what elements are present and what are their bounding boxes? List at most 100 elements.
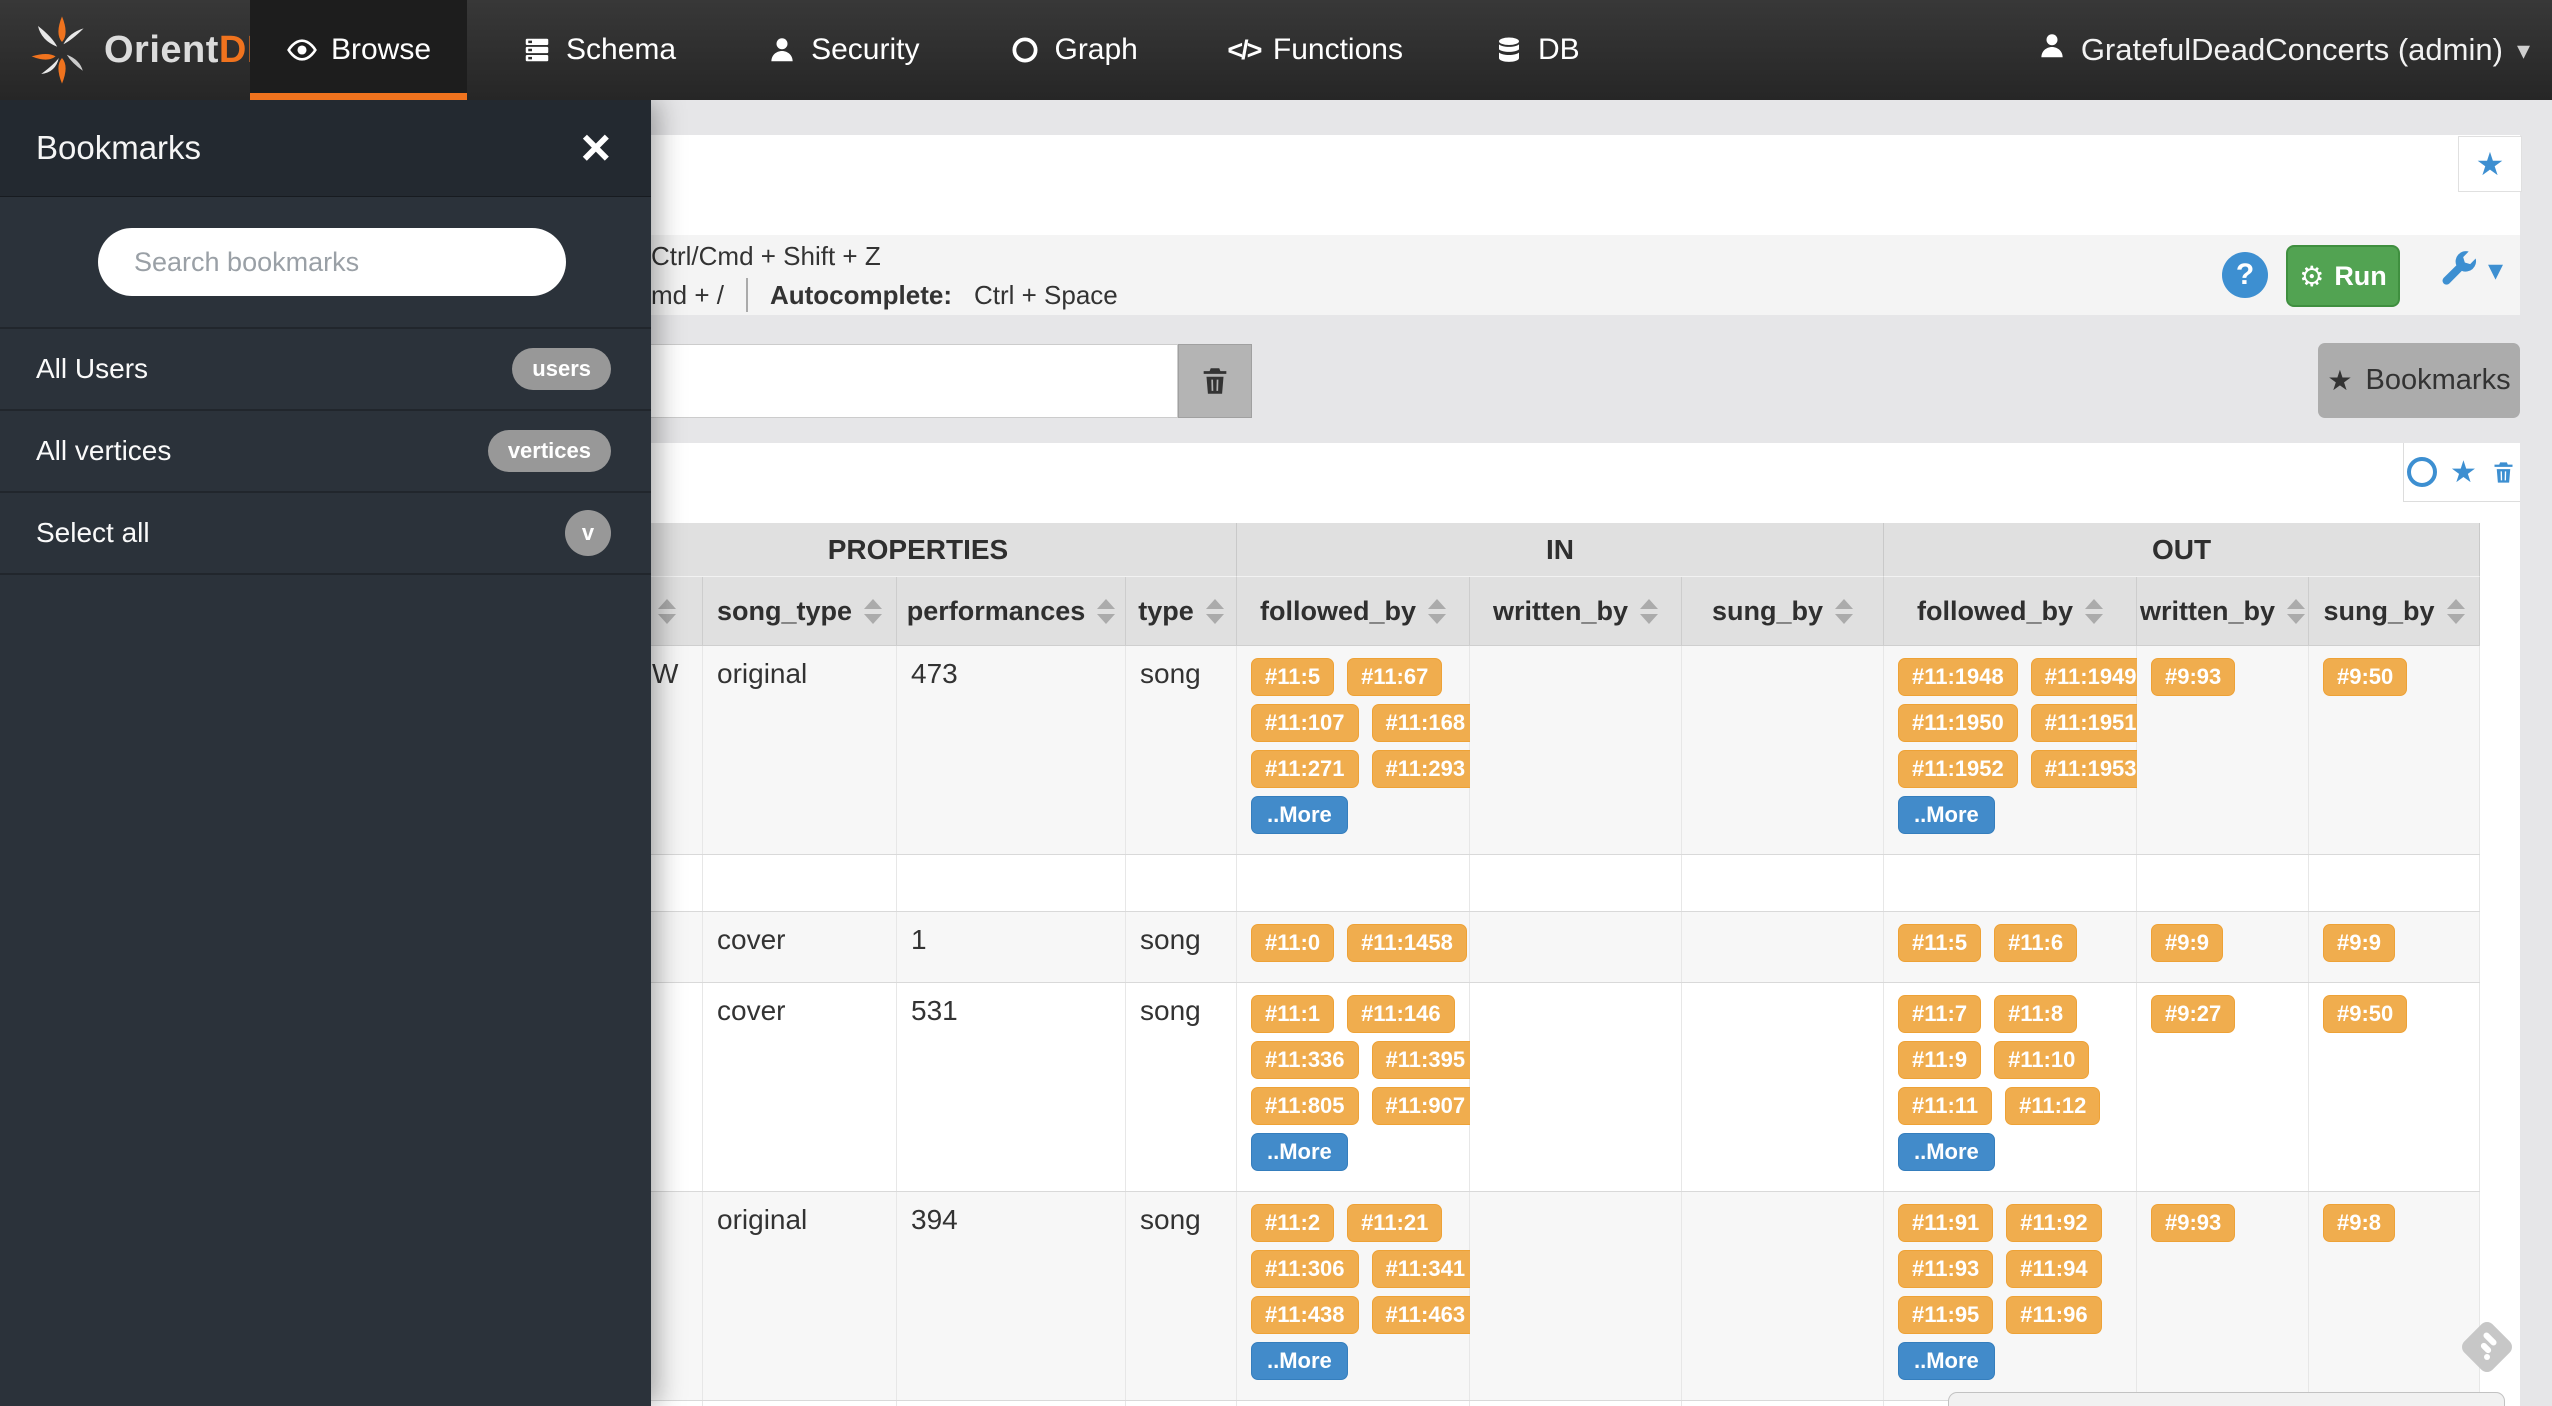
record-id-badge[interactable]: #11:1 [1251, 995, 1334, 1033]
record-id-badge[interactable]: #11:91 [1898, 1204, 1993, 1242]
bookmark-item-badge: vertices [488, 430, 611, 472]
record-id-badge[interactable]: #11:306 [1251, 1250, 1359, 1288]
record-id-badge[interactable]: #9:9 [2323, 924, 2395, 962]
horizontal-scrollbar[interactable] [1948, 1392, 2505, 1406]
more-button[interactable]: ..More [1898, 796, 1995, 834]
wrench-icon[interactable] [2438, 250, 2478, 290]
close-icon[interactable]: × [581, 122, 611, 174]
table-cell [1470, 646, 1682, 854]
more-button[interactable]: ..More [1898, 1133, 1995, 1171]
star-icon: ★ [2327, 364, 2352, 397]
bookmark-item[interactable]: All verticesvertices [0, 411, 651, 493]
more-button[interactable]: ..More [1251, 796, 1348, 834]
bookmarks-search-input[interactable] [98, 228, 566, 296]
tab-schema[interactable]: Schema [485, 0, 712, 100]
table-cell [1126, 855, 1237, 911]
bookmark-item[interactable]: Select allv [0, 493, 651, 575]
record-id-badge[interactable]: #11:5 [1251, 658, 1334, 696]
tab-security[interactable]: Security [730, 0, 955, 100]
column-header-song_type[interactable]: song_type [703, 577, 897, 646]
column-header-followed_by[interactable]: followed_by [1237, 577, 1470, 646]
record-id-badge[interactable]: #11:271 [1251, 750, 1359, 788]
record-id-badge[interactable]: #11:9 [1898, 1041, 1981, 1079]
record-id-badge[interactable]: #11:1953 [2031, 750, 2151, 788]
record-id-badge[interactable]: #11:438 [1251, 1296, 1359, 1334]
record-id-badge[interactable]: #11:0 [1251, 924, 1334, 962]
bookmarks-toggle-button[interactable]: ★ Bookmarks [2318, 343, 2520, 418]
record-id-badge[interactable]: #11:10 [1994, 1041, 2089, 1079]
record-id-badge[interactable]: #11:93 [1898, 1250, 1993, 1288]
record-id-badge[interactable]: #11:1950 [1898, 704, 2018, 742]
record-id-badge[interactable]: #11:2 [1251, 1204, 1334, 1242]
record-id-badge[interactable]: #11:7 [1898, 995, 1981, 1033]
tab-functions[interactable]: </>Functions [1192, 0, 1439, 100]
table-cell: #11:0 #11:1458 [1237, 912, 1470, 982]
table-cell: #9:8 [2309, 1192, 2480, 1400]
chevron-down-icon: ▾ [2517, 35, 2530, 66]
sort-icon [864, 599, 882, 624]
record-id-badge[interactable]: #11:1951 [2031, 704, 2151, 742]
record-id-badge[interactable]: #11:21 [1347, 1204, 1442, 1242]
feedback-widget-icon[interactable] [2456, 1316, 2518, 1378]
trash-icon[interactable] [2490, 459, 2517, 486]
table-row [600, 855, 2480, 912]
circle-icon[interactable] [2407, 457, 2437, 487]
more-button[interactable]: ..More [1251, 1342, 1348, 1380]
record-id-badge[interactable]: #11:92 [2006, 1204, 2101, 1242]
record-id-badge[interactable]: #11:67 [1347, 658, 1442, 696]
record-id-badge[interactable]: #11:146 [1347, 995, 1455, 1033]
record-id-badge[interactable]: #9:50 [2323, 658, 2407, 696]
record-id-badge[interactable]: #11:95 [1898, 1296, 1993, 1334]
column-header-sung_by[interactable]: sung_by [1682, 577, 1884, 646]
record-id-badge[interactable]: #11:336 [1251, 1041, 1359, 1079]
column-header-written_by[interactable]: written_by [2137, 577, 2309, 646]
more-button[interactable]: ..More [1898, 1342, 1995, 1380]
record-id-badge[interactable]: #11:805 [1251, 1087, 1359, 1125]
top-nav: OrientDB® BrowseSchemaSecurityGraph</>Fu… [0, 0, 2552, 100]
record-id-badge[interactable]: #11:395 [1372, 1041, 1480, 1079]
record-id-badge[interactable]: #9:27 [2151, 995, 2235, 1033]
record-id-badge[interactable]: #11:5 [1898, 924, 1981, 962]
record-id-badge[interactable]: #11:1949 [2031, 658, 2151, 696]
table-row: original394song#11:2#11:21#11:306#11:341… [600, 1192, 2480, 1401]
record-id-badge[interactable]: #11:463 [1372, 1296, 1480, 1334]
record-id-badge[interactable]: #9:8 [2323, 1204, 2395, 1242]
record-id-badge[interactable]: #11:94 [2006, 1250, 2101, 1288]
record-id-badge[interactable]: #11:1948 [1898, 658, 2018, 696]
record-id-badge[interactable]: #11:11 [1898, 1087, 1992, 1125]
star-icon[interactable]: ★ [2450, 455, 2477, 490]
chevron-down-icon[interactable]: ▾ [2488, 253, 2503, 288]
cell-performances: 531 [911, 995, 958, 1026]
help-button[interactable]: ? [2222, 252, 2268, 298]
bookmark-item[interactable]: All Usersusers [0, 329, 651, 411]
record-id-badge[interactable]: #11:168 [1372, 704, 1480, 742]
record-id-badge[interactable]: #11:341 [1372, 1250, 1480, 1288]
user-menu[interactable]: GratefulDeadConcerts (admin) ▾ [2037, 0, 2530, 100]
record-id-badge[interactable]: #11:96 [2006, 1296, 2101, 1334]
column-header-performances[interactable]: performances [897, 577, 1126, 646]
record-id-badge[interactable]: #9:93 [2151, 1204, 2235, 1242]
table-cell: #11:3#11:23#11:343#11:373#11:507#11:798.… [1237, 1401, 1470, 1406]
record-id-badge[interactable]: #11:293 [1372, 750, 1480, 788]
record-id-badge[interactable]: #11:6 [1994, 924, 2077, 962]
column-header-followed_by[interactable]: followed_by [1884, 577, 2137, 646]
record-id-badge[interactable]: #11:1458 [1347, 924, 1467, 962]
column-header-written_by[interactable]: written_by [1470, 577, 1682, 646]
column-header-type[interactable]: type [1126, 577, 1237, 646]
tab-browse[interactable]: Browse [250, 0, 467, 100]
record-id-badge[interactable]: #11:107 [1251, 704, 1359, 742]
run-button[interactable]: ⚙ Run [2286, 245, 2400, 307]
tab-graph[interactable]: Graph [973, 0, 1173, 100]
clear-query-button[interactable] [1178, 344, 1252, 418]
record-id-badge[interactable]: #11:8 [1994, 995, 2077, 1033]
tab-db[interactable]: DB [1457, 0, 1616, 100]
record-id-badge[interactable]: #11:907 [1372, 1087, 1480, 1125]
bookmark-star-button[interactable]: ★ [2458, 136, 2522, 192]
record-id-badge[interactable]: #11:12 [2005, 1087, 2100, 1125]
record-id-badge[interactable]: #9:50 [2323, 995, 2407, 1033]
column-header-sung_by[interactable]: sung_by [2309, 577, 2480, 646]
record-id-badge[interactable]: #9:9 [2151, 924, 2223, 962]
record-id-badge[interactable]: #11:1952 [1898, 750, 2018, 788]
record-id-badge[interactable]: #9:93 [2151, 658, 2235, 696]
more-button[interactable]: ..More [1251, 1133, 1348, 1171]
